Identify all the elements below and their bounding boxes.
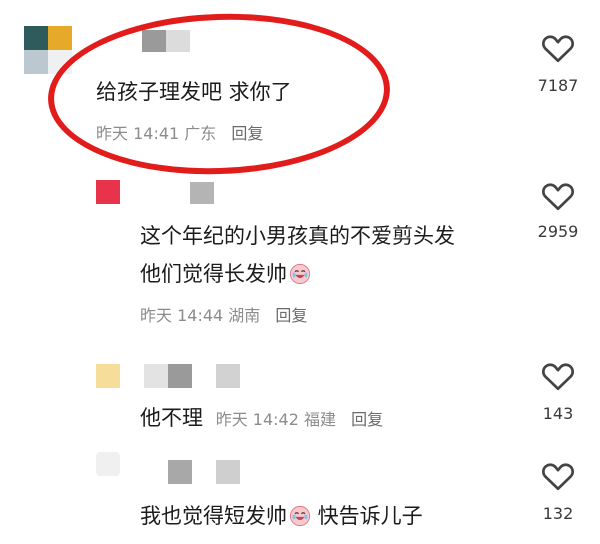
like-count: 132 [542, 504, 574, 523]
crying-laughing-emoji [289, 263, 311, 285]
comment-text: 给孩子理发吧 求你了 [96, 80, 292, 104]
comment-time: 昨天 14:41 [96, 124, 180, 143]
comment-text-after: 快告诉儿子 [311, 504, 423, 528]
comment-1: 给孩子理发吧 求你了 昨天 14:41 广东 回复 7187 [0, 0, 600, 180]
comment-location: 广东 [184, 124, 217, 143]
comment-text: 我也觉得短发帅 快告诉儿子 [140, 500, 423, 530]
reply-button[interactable]: 回复 [275, 306, 307, 325]
comment-3: 他不理 昨天 14:42 福建 回复 143 [0, 350, 600, 440]
reply-button[interactable]: 回复 [231, 124, 263, 143]
username-blurred [168, 364, 192, 388]
reply-button[interactable]: 回复 [351, 410, 383, 429]
username-blurred[interactable] [190, 182, 214, 204]
comment-location: 湖南 [228, 306, 261, 325]
avatar-blurred[interactable] [96, 364, 120, 388]
comment-meta: 昨天 14:41 广东 回复 [96, 120, 263, 144]
comment-meta: 昨天 14:44 湖南 回复 [140, 302, 307, 326]
comment-text: 他不理 昨天 14:42 福建 回复 [140, 402, 383, 432]
avatar-blurred[interactable] [96, 452, 120, 476]
comment-4: 我也觉得短发帅 快告诉儿子 132 [0, 440, 600, 544]
avatar-blurred[interactable] [96, 180, 120, 204]
like-count: 7187 [537, 76, 579, 95]
comment-text: 他不理 [140, 406, 203, 430]
username-blurred[interactable] [144, 364, 168, 388]
crying-laughing-emoji [289, 505, 311, 527]
comment-location: 福建 [303, 410, 336, 429]
heart-icon[interactable] [540, 358, 576, 394]
comment-time: 昨天 14:44 [140, 306, 224, 325]
heart-icon[interactable] [540, 458, 576, 494]
like-count: 143 [542, 404, 574, 423]
comment-time: 昨天 14:42 [215, 410, 299, 429]
username-blurred [216, 364, 240, 388]
comment-meta: 昨天 14:42 福建 回复 [216, 410, 383, 429]
heart-icon[interactable] [540, 30, 576, 66]
comment-text-line-2: 他们觉得长发帅 [140, 258, 311, 288]
username-blurred [216, 460, 240, 484]
comment-text-before: 我也觉得短发帅 [140, 504, 287, 528]
like-count: 2959 [537, 222, 579, 241]
heart-icon[interactable] [540, 178, 576, 214]
comment-text: 他们觉得长发帅 [140, 262, 287, 286]
comment-2: 这个年纪的小男孩真的不爱剪头发 他们觉得长发帅 昨天 14:44 湖南 回复 2… [0, 170, 600, 350]
username-blurred[interactable] [168, 460, 192, 484]
comment-text-line-1: 这个年纪的小男孩真的不爱剪头发 [140, 224, 455, 248]
